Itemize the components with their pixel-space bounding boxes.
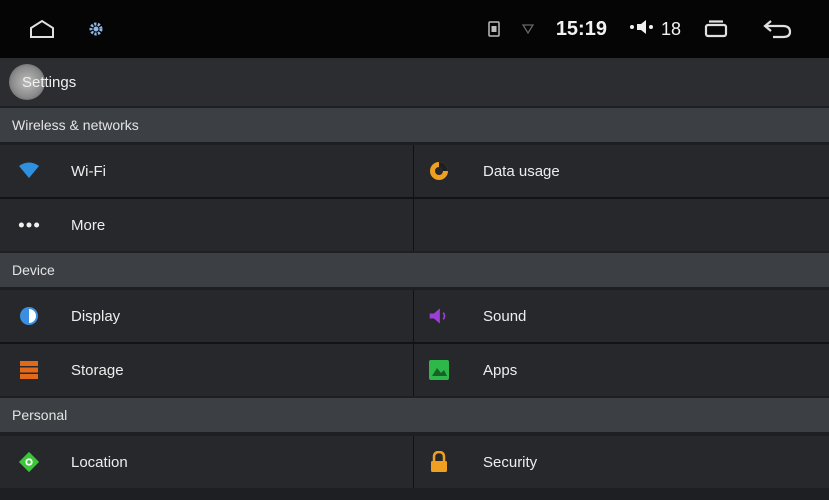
settings-item-label: Sound <box>483 307 527 325</box>
settings-item-storage[interactable]: Storage <box>0 344 413 396</box>
page-title: Settings <box>22 73 77 91</box>
recents-icon[interactable] <box>703 19 729 39</box>
settings-item-location[interactable]: Location <box>0 436 413 488</box>
settings-item-security[interactable]: Security <box>413 436 829 488</box>
clock: 15:19 <box>555 17 607 40</box>
settings-item-label: More <box>71 216 106 234</box>
signal-icon <box>521 23 534 35</box>
settings-row: Wi-Fi Data usage <box>0 145 829 197</box>
volume-indicator[interactable]: 18 <box>629 18 681 41</box>
location-icon <box>18 451 40 473</box>
volume-icon <box>629 18 655 41</box>
storage-icon <box>18 359 40 381</box>
settings-item-sound[interactable]: Sound <box>413 290 829 342</box>
sound-speaker-icon <box>428 305 450 327</box>
settings-item-display[interactable]: Display <box>0 290 413 342</box>
lock-icon <box>428 451 450 473</box>
settings-item-apps[interactable]: Apps <box>413 344 829 396</box>
section-title: Wireless & networks <box>12 117 139 133</box>
volume-level: 18 <box>660 18 681 39</box>
settings-item-label: Data usage <box>483 162 560 180</box>
settings-item-label: Security <box>483 453 538 471</box>
empty-cell <box>413 199 829 251</box>
settings-gear-icon[interactable] <box>86 19 106 39</box>
settings-item-more[interactable]: More <box>0 199 413 251</box>
section-title: Device <box>12 262 55 278</box>
section-header-personal: Personal <box>0 398 829 432</box>
more-dots-icon <box>18 214 40 236</box>
wifi-icon <box>18 160 40 182</box>
settings-item-label: Apps <box>483 361 518 379</box>
settings-row: More <box>0 199 829 251</box>
settings-item-label: Location <box>71 453 128 471</box>
section-header-wireless: Wireless & networks <box>0 108 829 142</box>
data-usage-icon <box>428 160 450 182</box>
section-title: Personal <box>12 407 68 423</box>
display-brightness-icon <box>18 305 40 327</box>
settings-row: Display Sound <box>0 290 829 342</box>
settings-item-data-usage[interactable]: Data usage <box>413 145 829 197</box>
section-header-device: Device <box>0 253 829 287</box>
settings-item-label: Display <box>71 307 121 325</box>
settings-item-label: Storage <box>71 361 124 379</box>
sim-icon <box>488 21 500 37</box>
settings-item-label: Wi-Fi <box>71 162 106 180</box>
settings-row: Location Security <box>0 436 829 488</box>
settings-item-wifi[interactable]: Wi-Fi <box>0 145 413 197</box>
app-header: Settings <box>0 58 829 106</box>
back-icon[interactable] <box>761 18 793 40</box>
apps-icon <box>428 359 450 381</box>
settings-row: Storage Apps <box>0 344 829 396</box>
home-icon[interactable] <box>28 18 56 40</box>
status-bar: 15:19 18 <box>0 0 829 58</box>
